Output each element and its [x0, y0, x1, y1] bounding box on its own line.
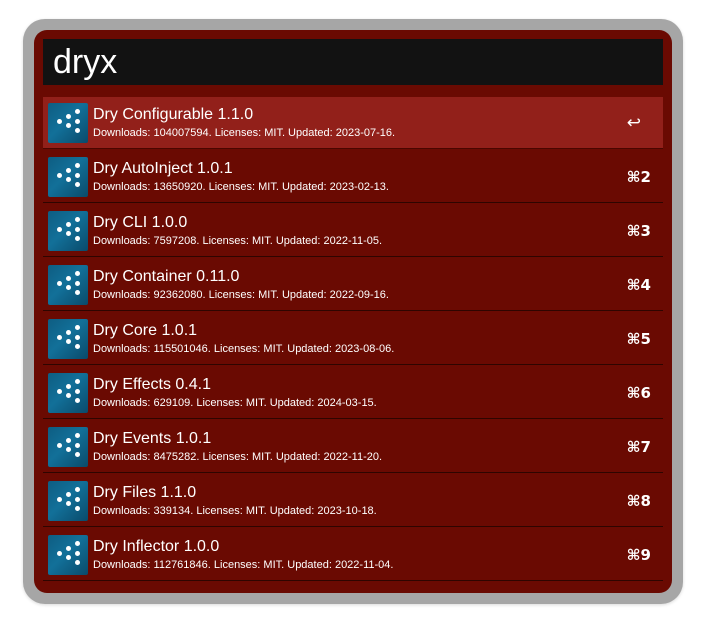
result-row-8[interactable]: Dry Files 1.1.0 Downloads: 339134. Licen…	[43, 475, 663, 527]
results-list: Dry Configurable 1.1.0 Downloads: 104007…	[43, 97, 663, 581]
result-row-9[interactable]: Dry Inflector 1.0.0 Downloads: 112761846…	[43, 529, 663, 581]
result-title: Dry Events 1.0.1	[93, 429, 212, 447]
result-row-7[interactable]: Dry Events 1.0.1 Downloads: 8475282. Lic…	[43, 421, 663, 473]
result-text: Dry Container 0.11.0 Downloads: 92362080…	[93, 267, 663, 303]
result-text: Dry AutoInject 1.0.1 Downloads: 13650920…	[93, 159, 663, 195]
result-title: Dry Effects 0.4.1	[93, 375, 211, 393]
result-title: Dry Inflector 1.0.0	[93, 537, 220, 555]
result-shortcut: ⌘2	[626, 167, 651, 186]
result-subtitle: Downloads: 104007594. Licenses: MIT. Upd…	[93, 126, 396, 139]
result-shortcut: ⌘7	[626, 437, 651, 456]
result-subtitle: Downloads: 8475282. Licenses: MIT. Updat…	[93, 450, 383, 463]
result-row-6[interactable]: Dry Effects 0.4.1 Downloads: 629109. Lic…	[43, 367, 663, 419]
return-key-icon: ↩	[626, 112, 641, 133]
result-title: Dry Configurable 1.1.0	[93, 105, 254, 123]
result-shortcut: ⌘6	[626, 383, 651, 402]
search-input[interactable]: dryx	[43, 39, 663, 85]
result-text: Dry Configurable 1.1.0 Downloads: 104007…	[93, 105, 663, 141]
dry-rb-logo-icon	[48, 264, 88, 305]
result-shortcut: ⌘4	[626, 275, 651, 294]
dry-rb-logo-icon	[48, 426, 88, 467]
result-text: Dry Effects 0.4.1 Downloads: 629109. Lic…	[93, 375, 663, 411]
result-subtitle: Downloads: 7597208. Licenses: MIT. Updat…	[93, 234, 383, 247]
result-shortcut: ⌘5	[626, 329, 651, 348]
result-row-4[interactable]: Dry Container 0.11.0 Downloads: 92362080…	[43, 259, 663, 311]
result-text: Dry Core 1.0.1 Downloads: 115501046. Lic…	[93, 321, 663, 357]
result-subtitle: Downloads: 115501046. Licenses: MIT. Upd…	[93, 342, 395, 355]
result-text: Dry Events 1.0.1 Downloads: 8475282. Lic…	[93, 429, 663, 465]
result-subtitle: Downloads: 629109. Licenses: MIT. Update…	[93, 396, 377, 409]
result-row-5[interactable]: Dry Core 1.0.1 Downloads: 115501046. Lic…	[43, 313, 663, 365]
launcher-window: dryx Dry Configurable 1.1.0 Downloads: 1…	[23, 19, 683, 604]
result-row-3[interactable]: Dry CLI 1.0.0 Downloads: 7597208. Licens…	[43, 205, 663, 257]
result-row-1[interactable]: Dry Configurable 1.1.0 Downloads: 104007…	[43, 97, 663, 149]
dry-rb-logo-icon	[48, 156, 88, 197]
dry-rb-logo-icon	[48, 102, 88, 143]
result-subtitle: Downloads: 339134. Licenses: MIT. Update…	[93, 504, 377, 517]
result-shortcut: ⌘8	[626, 491, 651, 510]
result-subtitle: Downloads: 92362080. Licenses: MIT. Upda…	[93, 288, 389, 301]
result-title: Dry Files 1.1.0	[93, 483, 197, 501]
dry-rb-logo-icon	[48, 318, 88, 359]
dry-rb-logo-icon	[48, 210, 88, 251]
result-text: Dry CLI 1.0.0 Downloads: 7597208. Licens…	[93, 213, 663, 249]
result-title: Dry CLI 1.0.0	[93, 213, 188, 231]
result-shortcut: ⌘9	[626, 545, 651, 564]
dry-rb-logo-icon	[48, 372, 88, 413]
result-text: Dry Inflector 1.0.0 Downloads: 112761846…	[93, 537, 663, 573]
result-subtitle: Downloads: 112761846. Licenses: MIT. Upd…	[93, 558, 394, 571]
result-subtitle: Downloads: 13650920. Licenses: MIT. Upda…	[93, 180, 389, 193]
result-title: Dry Container 0.11.0	[93, 267, 240, 285]
dry-rb-logo-icon	[48, 480, 88, 521]
result-shortcut: ⌘3	[626, 221, 651, 240]
result-title: Dry AutoInject 1.0.1	[93, 159, 233, 177]
result-text: Dry Files 1.1.0 Downloads: 339134. Licen…	[93, 483, 663, 519]
result-row-2[interactable]: Dry AutoInject 1.0.1 Downloads: 13650920…	[43, 151, 663, 203]
launcher-panel: dryx Dry Configurable 1.1.0 Downloads: 1…	[34, 30, 672, 593]
dry-rb-logo-icon	[48, 534, 88, 575]
result-title: Dry Core 1.0.1	[93, 321, 198, 339]
